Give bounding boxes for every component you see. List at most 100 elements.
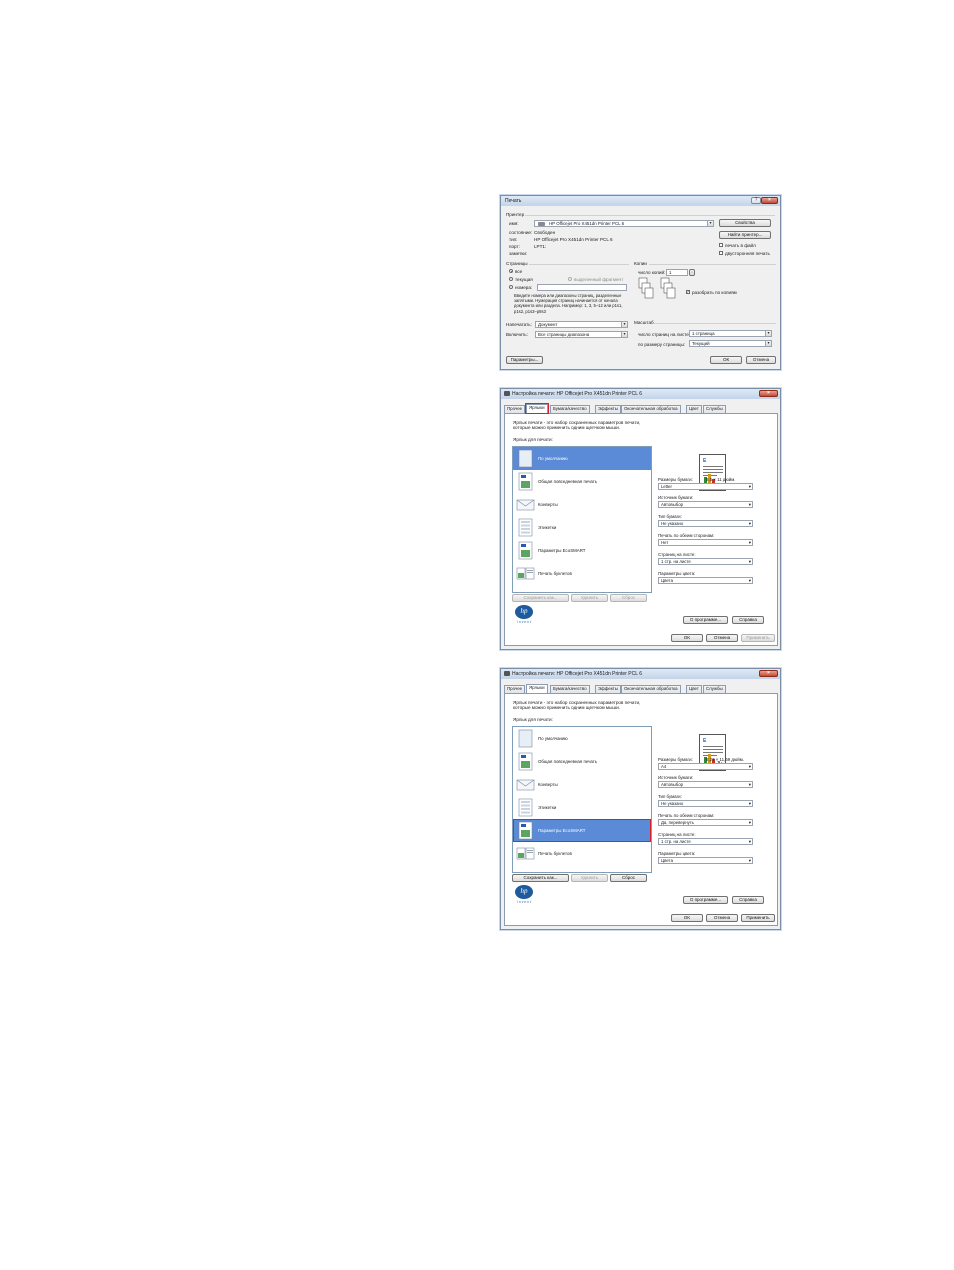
pages-selection-radio[interactable] [568, 277, 572, 281]
list-item[interactable]: Печать буклетов [513, 842, 651, 865]
cancel-button[interactable]: Отмена [746, 356, 776, 364]
tab-finishing[interactable]: Окончательная обработка [621, 405, 681, 413]
list-item[interactable]: По умолчанию [513, 727, 651, 750]
tab-color[interactable]: Цвет [686, 405, 702, 413]
manual-duplex-checkbox[interactable] [719, 251, 723, 255]
close-icon[interactable]: × [759, 670, 778, 677]
pages-range-radio[interactable] [509, 285, 513, 289]
list-item[interactable]: Общая повседневная печать [513, 470, 651, 493]
find-printer-button[interactable]: Найти принтер... [719, 231, 771, 239]
paper-source-select[interactable]: Автовыбор [658, 501, 753, 508]
printer-icon [504, 391, 510, 396]
cancel-button[interactable]: Отмена [706, 634, 738, 642]
copies-input[interactable]: 1 [666, 269, 688, 276]
everyday-print-icon [518, 472, 533, 491]
list-item[interactable]: По умолчанию [513, 447, 651, 470]
duplex-select[interactable]: Нет [658, 539, 753, 546]
scale-select[interactable]: Текущий ▼ [689, 340, 772, 347]
apply-button[interactable]: Применить [741, 634, 775, 642]
tab-paper-quality[interactable]: Бумага/качество [550, 405, 590, 413]
color-options-select[interactable]: Цвета [658, 857, 753, 864]
chevron-down-icon: ▼ [621, 332, 627, 337]
ok-button[interactable]: OK [671, 634, 703, 642]
save-as-button[interactable]: Сохранить как... [512, 594, 569, 602]
list-item[interactable]: Конверты [513, 773, 651, 796]
tab-paper-quality[interactable]: Бумага/качество [550, 685, 590, 693]
list-item[interactable]: Конверты [513, 493, 651, 516]
preview-line [703, 469, 723, 470]
pages-current-radio[interactable] [509, 277, 513, 281]
tab-shortcuts[interactable]: Ярлыки [526, 684, 548, 693]
reset-button[interactable]: Сброс [610, 874, 647, 882]
pages-all-radio[interactable] [509, 269, 513, 273]
print-dialog: Печать ? × Принтер имя: HP Officejet Pro… [500, 195, 781, 370]
dialog-title: Печать [505, 198, 522, 204]
delete-button[interactable]: Удалить [571, 874, 608, 882]
list-item[interactable]: Этикетки [513, 796, 651, 819]
about-button[interactable]: О программе... [683, 896, 728, 904]
apply-button[interactable]: Применить [741, 914, 775, 922]
pages-per-sheet-select[interactable]: 1 стр. на листе [658, 558, 753, 565]
tab-other[interactable]: Прочее [504, 685, 526, 693]
help-button[interactable]: Справка [732, 896, 764, 904]
delete-button[interactable]: Удалить [571, 594, 608, 602]
close-icon[interactable]: × [759, 390, 778, 397]
paper-type-select[interactable]: Не указано [658, 520, 753, 527]
list-item[interactable]: Параметры EcoSMART [513, 819, 651, 842]
paper-size-select[interactable]: A4 [658, 763, 753, 770]
tab-services[interactable]: Службы [703, 685, 726, 693]
include-select[interactable]: Все страницы диапазона ▼ [535, 331, 628, 338]
paper-source-label: Источник бумаги: [658, 495, 694, 500]
chevron-down-icon: ▼ [765, 331, 771, 336]
pages-hint: Введите номера или диапазоны страниц, ра… [514, 293, 623, 314]
shortcut-list-label: Ярлык для печати: [513, 437, 553, 442]
ok-button[interactable]: OK [671, 914, 703, 922]
hp-logo: hp invent [513, 605, 536, 628]
list-item[interactable]: Параметры EcoSMART [513, 539, 651, 562]
printer-select[interactable]: HP Officejet Pro X451dn Printer PCL 6 ▼ [534, 220, 714, 227]
printer-icon [538, 222, 545, 226]
print-to-file-checkbox[interactable] [719, 243, 723, 247]
properties-button[interactable]: Свойства [719, 219, 771, 227]
tab-shortcuts[interactable]: Ярлыки [525, 403, 549, 414]
about-button[interactable]: О программе... [683, 616, 728, 624]
window-title: Настройка печати: HP Officejet Pro X451d… [512, 671, 642, 677]
list-item[interactable]: Общая повседневная печать [513, 750, 651, 773]
pages-per-sheet-select[interactable]: 1 страница ▼ [689, 330, 772, 337]
pages-per-sheet-label: Страниц на листе: [658, 832, 696, 837]
copies-spinner[interactable]: ↕ [689, 269, 695, 276]
print-what-select[interactable]: Документ ▼ [535, 321, 628, 328]
help-button[interactable]: Справка [732, 616, 764, 624]
collate-checkbox[interactable] [686, 289, 690, 295]
group-divider [525, 215, 775, 216]
cancel-button[interactable]: Отмена [706, 914, 738, 922]
tab-services[interactable]: Службы [703, 405, 726, 413]
close-icon[interactable]: × [761, 197, 778, 204]
list-item[interactable]: Печать буклетов [513, 562, 651, 585]
color-options-select[interactable]: Цвета [658, 577, 753, 584]
help-icon[interactable]: ? [751, 197, 761, 204]
ok-button[interactable]: ОК [710, 356, 742, 364]
list-item[interactable]: Этикетки [513, 516, 651, 539]
duplex-select[interactable]: Да, перевернуть [658, 819, 753, 826]
tab-finishing[interactable]: Окончательная обработка [621, 685, 681, 693]
list-item-label: Общая повседневная печать [538, 479, 598, 484]
list-item-label: Общая повседневная печать [538, 759, 598, 764]
paper-size-select[interactable]: Letter [658, 483, 753, 490]
duplex-label: Печать по обеим сторонам: [658, 813, 715, 818]
tab-other[interactable]: Прочее [504, 405, 526, 413]
save-as-button[interactable]: Сохранить как... [512, 874, 569, 882]
chevron-down-icon: ▼ [707, 221, 713, 226]
tab-effects[interactable]: Эффекты [595, 685, 621, 693]
paper-source-select[interactable]: Автовыбор [658, 781, 753, 788]
options-button[interactable]: Параметры... [506, 356, 543, 364]
pages-range-input[interactable] [537, 284, 627, 291]
scale-value: Текущий [692, 341, 710, 346]
paper-type-select[interactable]: Не указано [658, 800, 753, 807]
pages-per-sheet-select[interactable]: 1 стр. на листе [658, 838, 753, 845]
tab-color[interactable]: Цвет [686, 685, 702, 693]
reset-button[interactable]: Сброс [610, 594, 647, 602]
list-item-label: Конверты [538, 502, 558, 507]
tab-effects[interactable]: Эффекты [595, 405, 621, 413]
list-item-label: По умолчанию [538, 456, 568, 461]
